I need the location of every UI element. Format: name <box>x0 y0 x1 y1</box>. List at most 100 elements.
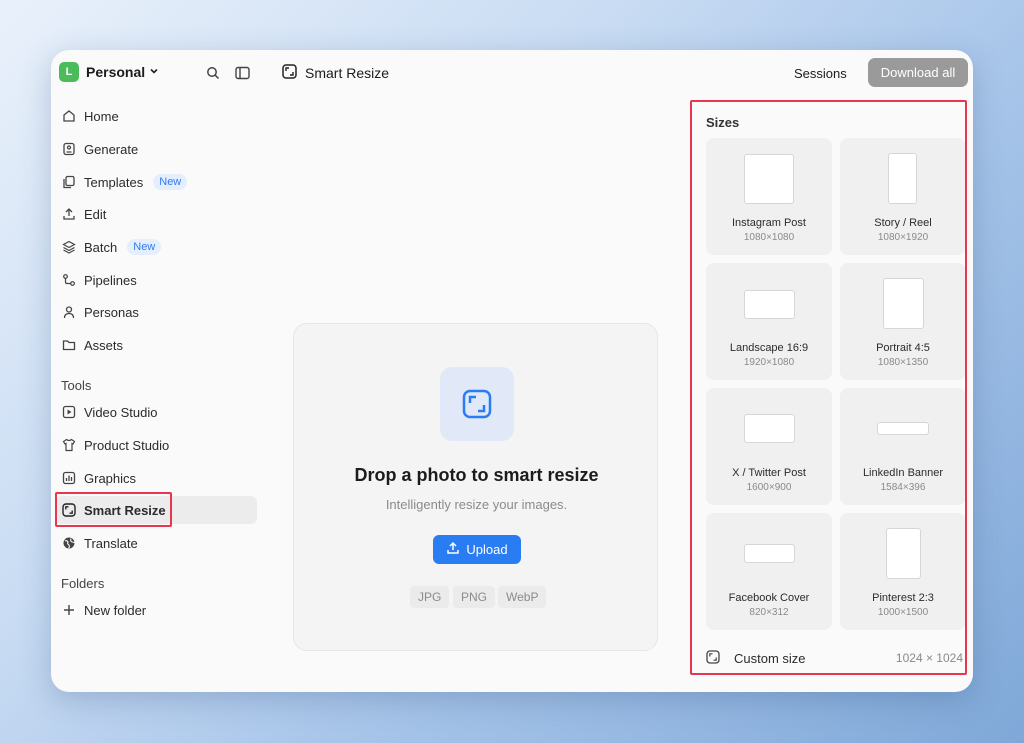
sidebar-item-batch[interactable]: Batch New <box>55 233 257 261</box>
aspect-preview <box>744 154 794 204</box>
upload-icon <box>446 541 460 558</box>
drop-zone[interactable]: Drop a photo to smart resize Intelligent… <box>293 323 658 651</box>
format-badge-jpg: JPG <box>410 586 450 608</box>
sidebar-item-personas[interactable]: Personas <box>55 298 257 326</box>
size-card-portrait-4-5[interactable]: Portrait 4:5 1080×1350 <box>840 263 966 380</box>
custom-size-label: Custom size <box>734 650 806 666</box>
aspect-preview <box>744 544 795 563</box>
resize-icon <box>282 64 297 82</box>
size-card-facebook-cover[interactable]: Facebook Cover 820×312 <box>706 513 832 630</box>
video-icon <box>61 405 76 420</box>
sizes-panel: Sizes Instagram Post 1080×1080 Story / R… <box>692 100 973 692</box>
app-window: L Personal Smart Resize Sessions Downloa… <box>51 50 973 692</box>
size-dims: 1600×900 <box>746 482 792 493</box>
new-badge: New <box>127 239 162 255</box>
upload-button[interactable]: Upload <box>433 535 521 564</box>
custom-size-dims: 1024 × 1024 <box>895 651 963 665</box>
size-name: Portrait 4:5 <box>876 342 930 354</box>
size-dims: 1080×1920 <box>877 232 929 243</box>
size-card-x-twitter-post[interactable]: X / Twitter Post 1600×900 <box>706 388 832 505</box>
sidebar-item-label: Edit <box>84 206 107 222</box>
resize-icon <box>706 649 720 667</box>
size-card-linkedin-banner[interactable]: LinkedIn Banner 1584×396 <box>840 388 966 505</box>
aspect-preview <box>877 422 929 435</box>
new-folder-label: New folder <box>84 602 147 618</box>
home-icon <box>61 109 76 124</box>
aspect-preview <box>886 528 921 579</box>
sidebar-item-smart-resize[interactable]: Smart Resize <box>55 496 257 524</box>
sidebar-item-home[interactable]: Home <box>55 102 257 130</box>
sidebar-item-translate[interactable]: Translate <box>55 529 257 557</box>
size-name: LinkedIn Banner <box>862 467 944 479</box>
tools-section-label: Tools <box>61 378 92 393</box>
upload-icon <box>61 207 76 222</box>
chevron-down-icon <box>149 66 159 79</box>
search-icon[interactable] <box>204 64 222 82</box>
size-dims: 1000×1500 <box>877 607 929 618</box>
format-badge-png: PNG <box>453 586 496 608</box>
folders-section-label: Folders <box>61 576 105 591</box>
size-card-pinterest-2-3[interactable]: Pinterest 2:3 1000×1500 <box>840 513 966 630</box>
size-dims: 1080×1350 <box>877 357 929 368</box>
copy-icon <box>61 175 76 190</box>
resize-icon <box>61 503 76 518</box>
sidebar-item-assets[interactable]: Assets <box>55 331 257 359</box>
page-header: Smart Resize <box>282 64 389 82</box>
size-dims: 1080×1080 <box>743 232 795 243</box>
layers-icon <box>61 240 76 255</box>
sidebar-item-product-studio[interactable]: Product Studio <box>55 431 257 459</box>
sidebar-item-label: Personas <box>84 304 139 320</box>
download-all-button[interactable]: Download all <box>868 58 968 87</box>
workspace-switcher[interactable]: Personal <box>86 64 159 80</box>
sidebar-item-label: Graphics <box>84 470 137 486</box>
sessions-button[interactable]: Sessions <box>786 60 855 86</box>
aspect-preview <box>883 278 924 329</box>
sidebar-item-video-studio[interactable]: Video Studio <box>55 398 257 426</box>
aspect-preview <box>888 153 917 204</box>
sidebar-item-label: Assets <box>84 337 124 353</box>
sidebar-item-templates[interactable]: Templates New <box>55 168 257 196</box>
new-badge: New <box>153 174 188 190</box>
size-dims: 820×312 <box>749 607 789 618</box>
sidebar-item-label: Translate <box>84 535 138 551</box>
size-name: Instagram Post <box>732 217 806 229</box>
custom-size-row[interactable]: Custom size 1024 × 1024 <box>706 644 971 672</box>
drop-zone-subtitle: Intelligently resize your images. <box>385 497 568 512</box>
size-card-landscape-16-9[interactable]: Landscape 16:9 1920×1080 <box>706 263 832 380</box>
aspect-preview <box>744 290 795 319</box>
workspace-name: Personal <box>86 64 146 80</box>
globe-icon <box>61 536 76 551</box>
sidebar-item-generate[interactable]: Generate <box>55 135 257 163</box>
plus-icon <box>61 603 76 618</box>
sidebar-item-label: Batch <box>84 239 118 255</box>
sidebar-item-label: Generate <box>84 141 139 157</box>
size-name: Story / Reel <box>874 217 932 229</box>
size-name: X / Twitter Post <box>732 467 806 479</box>
page-title: Smart Resize <box>305 65 390 81</box>
chart-icon <box>61 471 76 486</box>
sidebar-item-label: Home <box>84 108 119 124</box>
workspace-avatar[interactable]: L <box>59 62 79 82</box>
image-icon <box>61 142 76 157</box>
sizes-title: Sizes <box>706 115 740 130</box>
size-name: Facebook Cover <box>728 592 810 604</box>
sidebar-item-graphics[interactable]: Graphics <box>55 464 257 492</box>
resize-icon <box>440 367 514 441</box>
sidebar-item-label: Pipelines <box>84 272 137 288</box>
person-icon <box>61 305 76 320</box>
size-dims: 1920×1080 <box>743 357 795 368</box>
sidebar: Home Generate Templates New Edit Batch N… <box>51 96 261 692</box>
sidebar-item-edit[interactable]: Edit <box>55 200 257 228</box>
shirt-icon <box>61 438 76 453</box>
new-folder-button[interactable]: New folder <box>55 596 257 624</box>
pipeline-icon <box>61 273 76 288</box>
size-name: Landscape 16:9 <box>729 342 809 354</box>
sidebar-toggle-icon[interactable] <box>233 64 251 82</box>
format-badge-webp: WebP <box>498 586 547 608</box>
sidebar-item-label: Templates <box>84 174 144 190</box>
size-card-story-reel[interactable]: Story / Reel 1080×1920 <box>840 138 966 255</box>
sidebar-item-pipelines[interactable]: Pipelines <box>55 266 257 294</box>
top-bar: L Personal Smart Resize Sessions Downloa… <box>51 50 973 96</box>
aspect-preview <box>744 414 795 443</box>
size-card-instagram-post[interactable]: Instagram Post 1080×1080 <box>706 138 832 255</box>
